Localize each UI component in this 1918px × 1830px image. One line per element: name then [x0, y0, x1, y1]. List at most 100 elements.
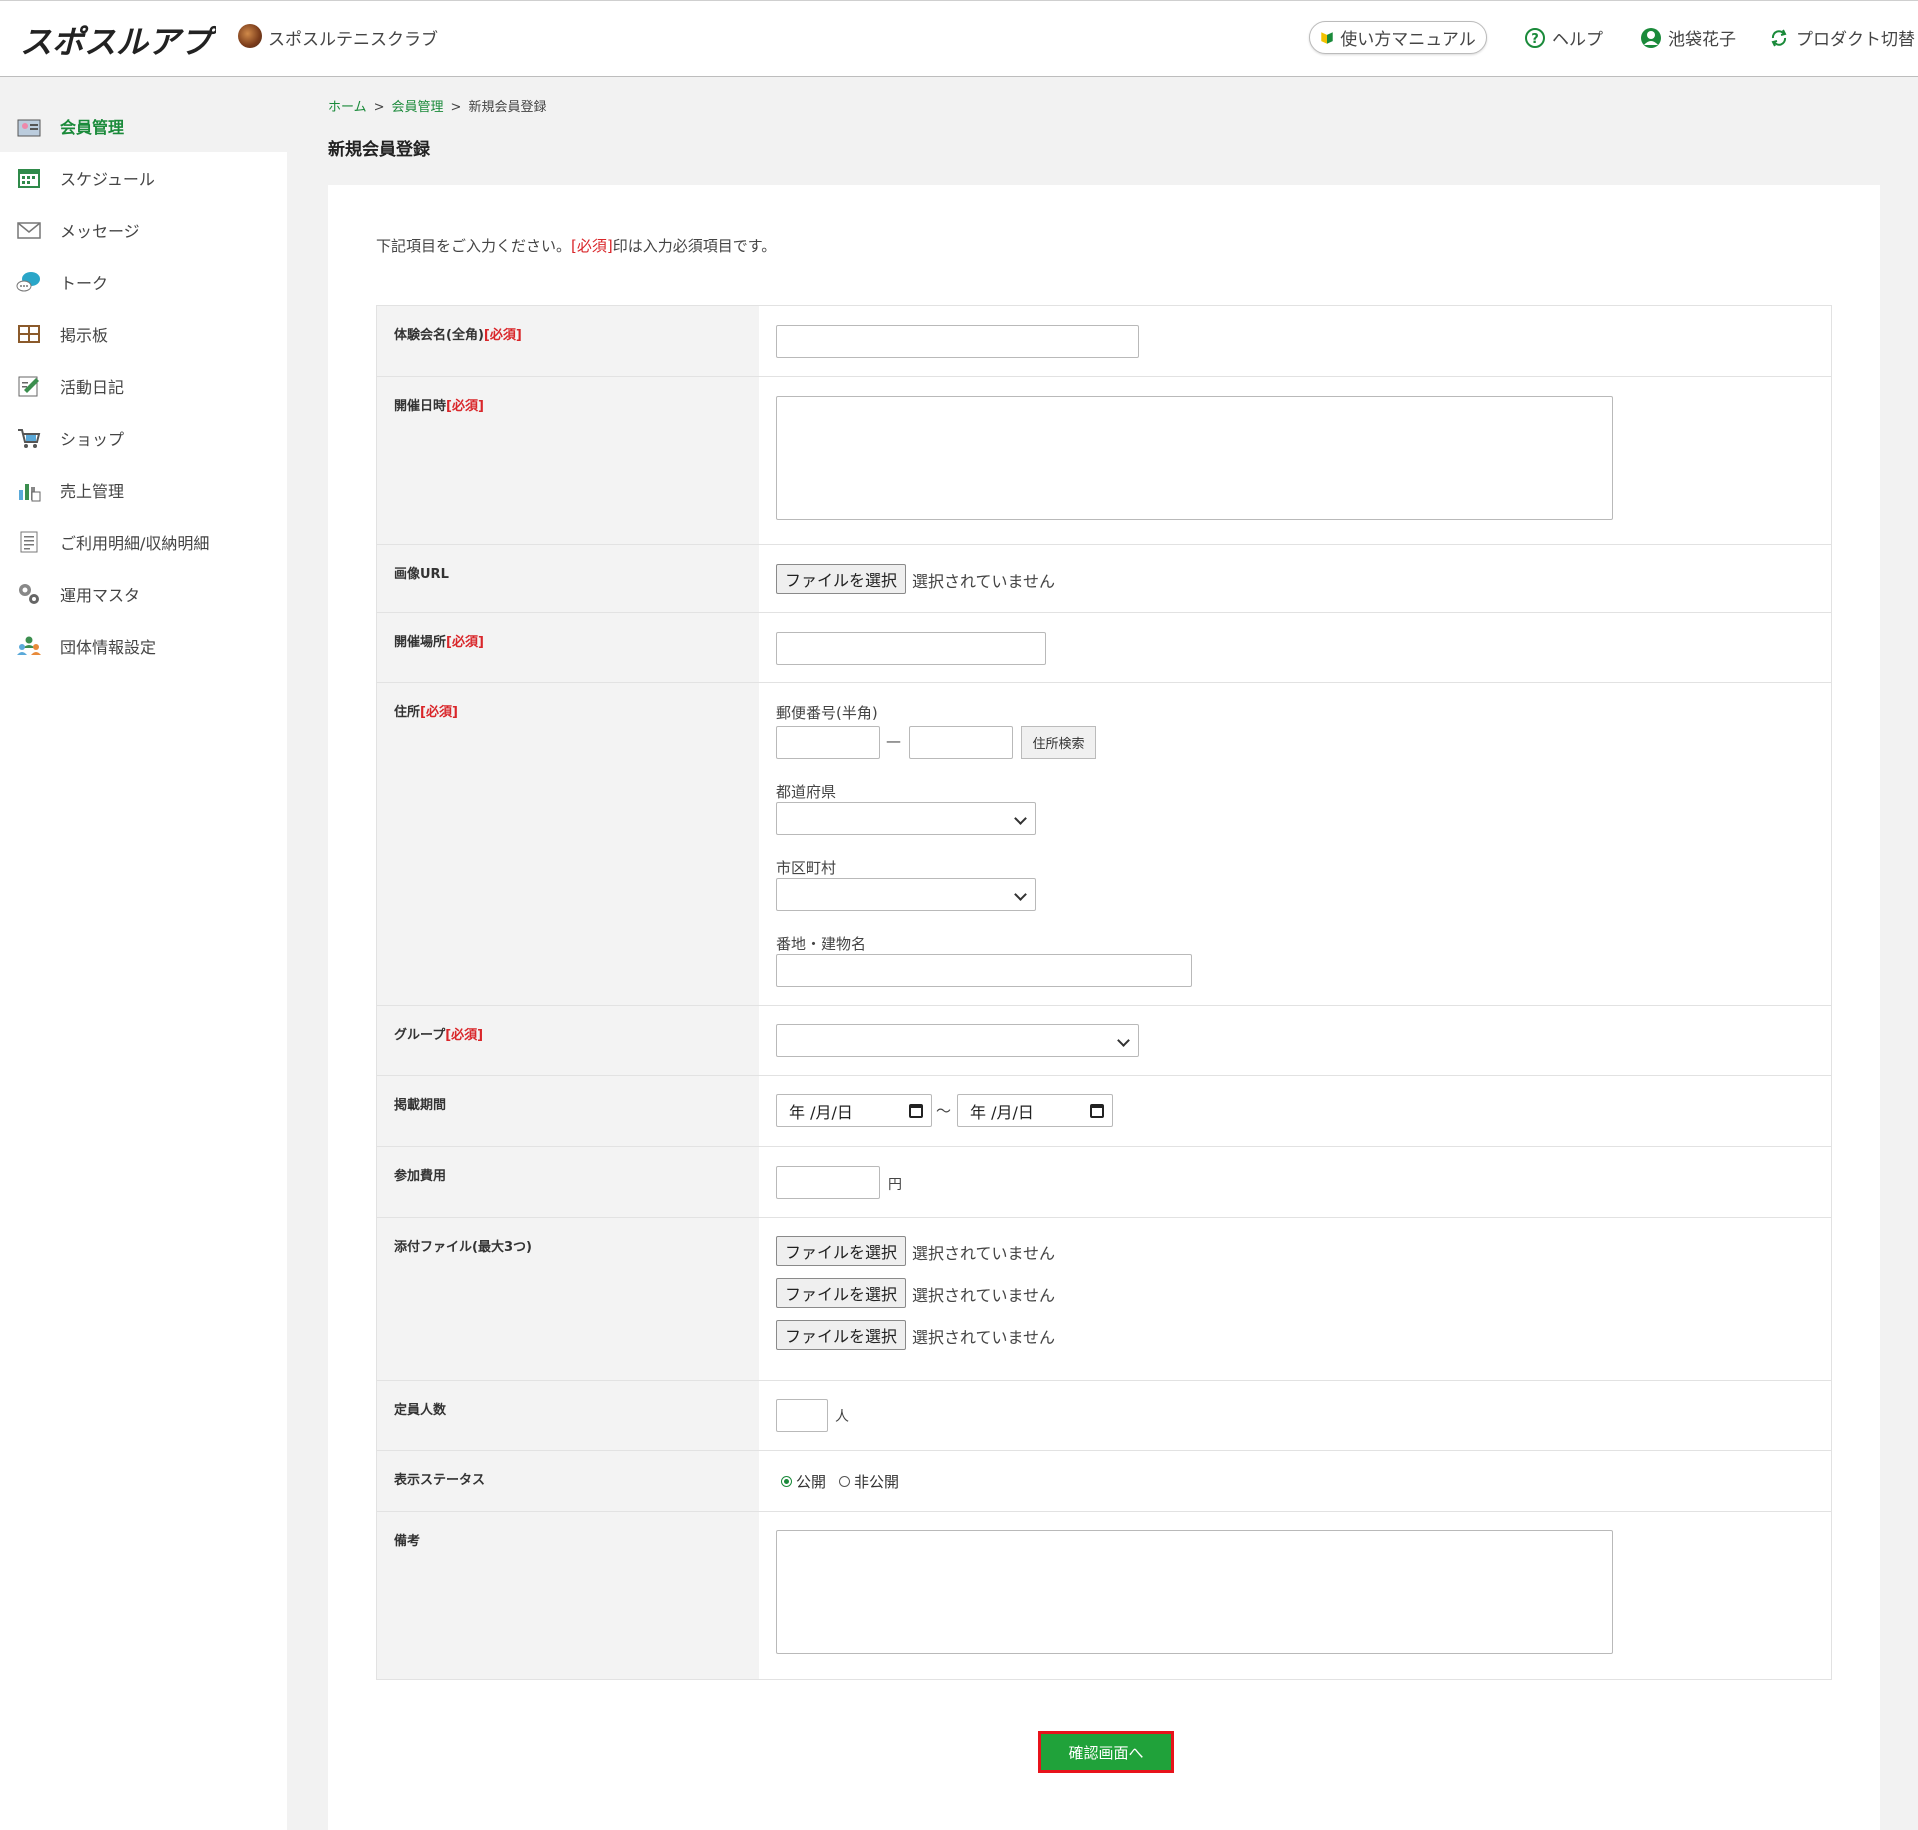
calendar-icon[interactable]	[1090, 1104, 1104, 1118]
user-menu[interactable]: 池袋花子	[1640, 25, 1736, 50]
city-select[interactable]	[776, 878, 1036, 911]
venue-label: 開催場所[必須]	[377, 613, 759, 682]
sidebar-item-group-settings[interactable]: 団体情報設定	[0, 620, 287, 672]
form-intro: 下記項目をご入力ください。[必須]印は入力必須項目です。	[376, 235, 776, 256]
sidebar-item-statement[interactable]: ご利用明細/収納明細	[0, 516, 287, 568]
attachment-file-button-2[interactable]: ファイルを選択	[776, 1278, 907, 1308]
postal-dash: —	[886, 732, 901, 750]
capacity-input[interactable]	[776, 1399, 828, 1432]
status-cell: 公開 非公開	[759, 1451, 1831, 1511]
capacity-label: 定員人数	[377, 1381, 759, 1450]
attachment-file-status-1: 選択されていません	[912, 1244, 1056, 1263]
period-end-date[interactable]: 年 /月/日	[957, 1094, 1113, 1127]
fee-unit: 円	[888, 1177, 902, 1193]
form-panel: 下記項目をご入力ください。[必須]印は入力必須項目です。 体験会名(全角)[必須…	[328, 185, 1880, 1830]
address-cell: 郵便番号(半角) — 住所検索 都道府県 市区町村 番地・建物名	[759, 683, 1831, 1005]
calendar-icon[interactable]	[909, 1104, 923, 1118]
status-public-label: 公開	[796, 1473, 827, 1491]
street-input[interactable]	[776, 954, 1192, 987]
attachment-file-status-3: 選択されていません	[912, 1328, 1056, 1347]
status-label: 表示ステータス	[377, 1451, 759, 1511]
sidebar-item-label: 活動日記	[60, 378, 125, 397]
sidebar-item-diary[interactable]: 活動日記	[0, 360, 287, 412]
fee-label: 参加費用	[377, 1147, 759, 1217]
city-label: 市区町村	[776, 859, 837, 877]
chat-icon	[16, 272, 40, 292]
status-private-label: 非公開	[854, 1473, 900, 1491]
sidebar-item-members[interactable]: 会員管理	[0, 100, 287, 152]
sidebar-item-shop[interactable]: ショップ	[0, 412, 287, 464]
group-cell	[759, 1006, 1831, 1075]
sidebar-item-label: 掲示板	[60, 326, 109, 345]
user-icon	[1641, 27, 1661, 48]
sidebar-item-schedule[interactable]: スケジュール	[0, 152, 287, 204]
status-public-radio[interactable]	[781, 1476, 792, 1487]
attachment-file-button-1[interactable]: ファイルを選択	[776, 1236, 907, 1266]
mail-icon	[17, 222, 41, 239]
prefecture-select[interactable]	[776, 802, 1036, 835]
postal-input-first[interactable]	[776, 726, 880, 759]
address-search-button[interactable]: 住所検索	[1021, 726, 1096, 759]
image-file-button[interactable]: ファイルを選択	[776, 564, 907, 594]
breadcrumb-home[interactable]: ホーム	[328, 100, 367, 115]
sidebar-item-board[interactable]: 掲示板	[0, 308, 287, 360]
event-name-input[interactable]	[776, 325, 1139, 358]
manual-label: 使い方マニュアル	[1340, 30, 1476, 50]
help-link[interactable]: ? ヘルプ	[1524, 25, 1603, 50]
period-start-date[interactable]: 年 /月/日	[776, 1094, 932, 1127]
svg-text:?: ?	[1531, 32, 1539, 47]
intro-text: 下記項目をご入力ください。	[376, 237, 572, 255]
sidebar-item-label: トーク	[60, 274, 109, 293]
datetime-label: 開催日時[必須]	[377, 377, 759, 544]
cart-icon	[18, 429, 41, 448]
row-status: 表示ステータス 公開 非公開	[377, 1451, 1831, 1512]
attachment-file-button-3[interactable]: ファイルを選択	[776, 1320, 907, 1350]
period-cell: 年 /月/日 ～ 年 /月/日	[759, 1076, 1831, 1146]
club-name: スポスルテニスクラブ	[268, 30, 438, 50]
sidebar-item-label: ご利用明細/収納明細	[60, 534, 210, 553]
image-url-label: 画像URL	[377, 545, 759, 612]
diary-icon	[18, 376, 39, 397]
sidebar-item-talk[interactable]: トーク	[0, 256, 287, 308]
sidebar-item-operation-master[interactable]: 運用マスタ	[0, 568, 287, 620]
fee-cell: 円	[759, 1147, 1831, 1217]
fee-input[interactable]	[776, 1166, 880, 1199]
postal-label: 郵便番号(半角)	[776, 704, 878, 722]
event-name-cell	[759, 306, 1831, 376]
board-icon	[18, 325, 40, 343]
status-public-option[interactable]: 公開	[781, 1471, 826, 1492]
notes-cell	[759, 1512, 1831, 1679]
row-period: 掲載期間 年 /月/日 ～ 年 /月/日	[377, 1076, 1831, 1147]
intro-text-after: 印は入力必須項目です。	[612, 237, 777, 255]
top-header: スポスルアプリ スポスルテニスクラブ 使い方マニュアル ? ヘルプ 池袋花子	[0, 0, 1918, 77]
breadcrumb-members[interactable]: 会員管理	[392, 100, 444, 115]
manual-button[interactable]: 使い方マニュアル	[1309, 21, 1487, 54]
product-switch-link[interactable]: プロダクト切替	[1768, 25, 1915, 50]
notes-textarea[interactable]	[776, 1530, 1613, 1654]
app-logo[interactable]: スポスルアプリ	[18, 19, 216, 61]
statement-icon	[20, 531, 38, 553]
venue-input[interactable]	[776, 632, 1046, 665]
beginner-mark-icon	[1321, 31, 1333, 44]
row-notes: 備考	[377, 1512, 1831, 1680]
sidebar-item-label: スケジュール	[60, 170, 155, 189]
postal-input-second[interactable]	[909, 726, 1013, 759]
row-address: 住所[必須] 郵便番号(半角) — 住所検索 都道府県 市区町村 番地・建物名	[377, 683, 1831, 1006]
status-private-option[interactable]: 非公開	[839, 1471, 899, 1492]
group-select[interactable]	[776, 1024, 1139, 1057]
sales-icon	[19, 484, 41, 502]
sidebar-item-label: 運用マスタ	[60, 586, 141, 605]
datetime-textarea[interactable]	[776, 396, 1613, 520]
status-private-radio[interactable]	[839, 1476, 850, 1487]
period-tilde: ～	[936, 1102, 952, 1120]
help-icon: ?	[1525, 27, 1545, 48]
attachment-label: 添付ファイル(最大3つ)	[377, 1218, 759, 1380]
sidebar-item-message[interactable]: メッセージ	[0, 204, 287, 256]
sidebar-item-sales[interactable]: 売上管理	[0, 464, 287, 516]
confirm-button[interactable]: 確認画面へ	[1038, 1731, 1174, 1773]
prefecture-label: 都道府県	[776, 783, 837, 801]
row-attachments: 添付ファイル(最大3つ) ファイルを選択 選択されていません ファイルを選択 選…	[377, 1218, 1831, 1381]
calendar-icon	[18, 169, 40, 188]
attachment-cell: ファイルを選択 選択されていません ファイルを選択 選択されていません ファイル…	[759, 1218, 1831, 1380]
row-fee: 参加費用 円	[377, 1147, 1831, 1218]
